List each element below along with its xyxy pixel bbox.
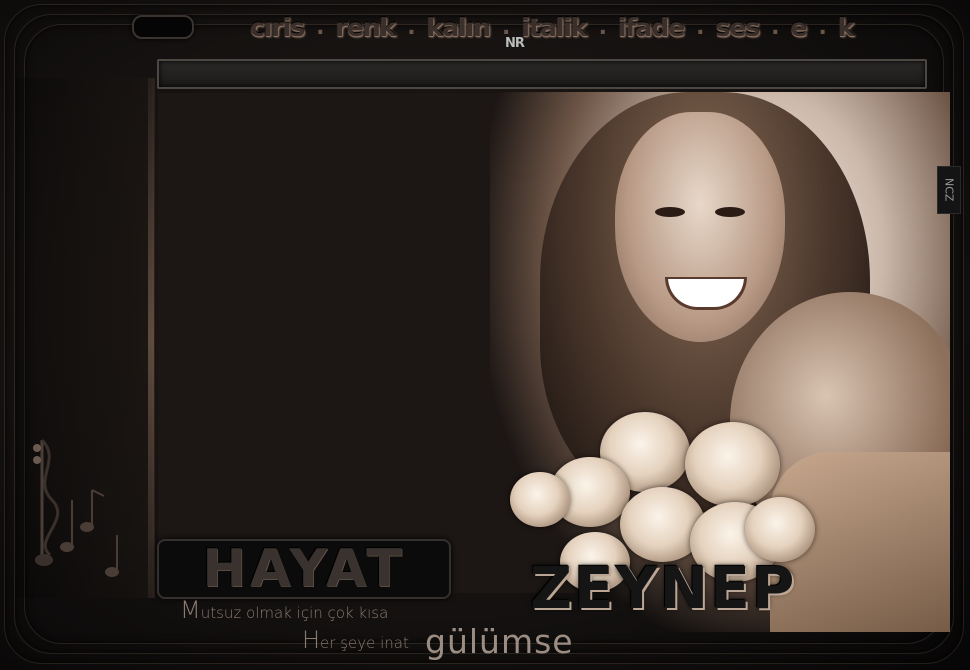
menu-item-k[interactable]: k <box>838 13 855 42</box>
menu-separator: . <box>771 14 779 40</box>
message-input[interactable] <box>159 61 925 87</box>
menu-item-renk[interactable]: renk <box>336 13 397 42</box>
nr-logo: NR <box>505 36 525 51</box>
slogan-line-1: Mutsuz olmak için çok kısa <box>180 596 389 624</box>
menu-separator: . <box>407 14 415 40</box>
menu-separator: . <box>316 14 324 40</box>
hayat-logo-box: HAYAT <box>157 539 451 599</box>
menu-separator: . <box>598 14 607 40</box>
top-toggle-button[interactable] <box>132 15 194 39</box>
menu-item-kalin[interactable]: kalın <box>427 13 491 42</box>
menu-item-giris[interactable]: cıris <box>250 13 305 42</box>
menu-item-italik[interactable]: italik <box>521 13 587 42</box>
message-input-bar[interactable] <box>157 59 927 89</box>
gulumse-text: gülümse <box>425 622 574 661</box>
menu-item-ifade[interactable]: ifade <box>618 13 685 42</box>
zeynep-name-logo: ZEYNEP <box>530 554 797 622</box>
panel-divider <box>148 78 154 598</box>
menu-separator: . <box>696 14 704 40</box>
music-note-decoration-icon <box>22 430 142 590</box>
menu-separator: . <box>818 14 827 40</box>
menu-item-ses[interactable]: ses <box>715 13 760 42</box>
side-tag-logo: NCZ <box>937 166 961 214</box>
woman-with-roses-image <box>490 92 950 632</box>
menu-item-e[interactable]: e <box>791 13 808 42</box>
formatting-menu: cıris . renk . kalın . italik . ifade . … <box>250 10 854 44</box>
slogan-line-2: Her şeye inat <box>302 626 409 654</box>
